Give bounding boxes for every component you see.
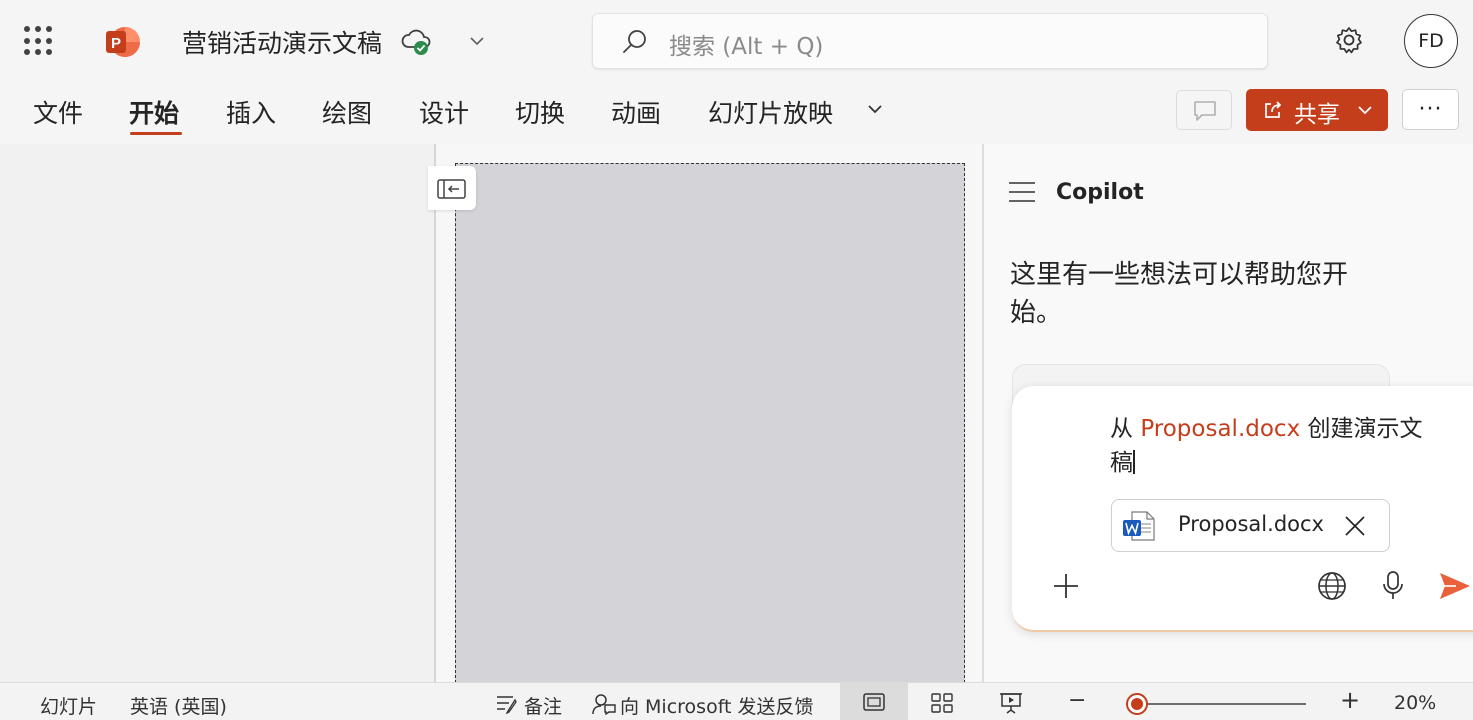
- share-label: 共享: [1294, 102, 1340, 128]
- cloud-saved-icon[interactable]: [400, 27, 432, 57]
- prompt-prefix: 从: [1110, 416, 1141, 442]
- search-icon: [623, 30, 646, 53]
- feedback-icon[interactable]: [592, 693, 616, 715]
- collapse-pane-button[interactable]: [428, 166, 476, 210]
- share-button[interactable]: 共享: [1246, 89, 1388, 131]
- collapse-left-icon: [437, 179, 466, 199]
- app-launcher-icon[interactable]: [24, 26, 54, 56]
- send-icon[interactable]: [1438, 570, 1472, 602]
- attachment-name: Proposal.docx: [1178, 512, 1324, 536]
- share-icon: [1265, 101, 1282, 118]
- microphone-icon[interactable]: [1380, 570, 1406, 602]
- chevron-down-icon: [1358, 106, 1372, 115]
- zoom-out-button[interactable]: −: [1068, 688, 1086, 713]
- slideshow-icon[interactable]: [999, 692, 1023, 714]
- language-indicator[interactable]: 英语 (英国): [130, 692, 227, 719]
- tab-draw[interactable]: 绘图: [322, 94, 372, 130]
- avatar[interactable]: FD: [1404, 14, 1458, 68]
- attachment-chip[interactable]: Proposal.docx: [1111, 499, 1390, 552]
- more-options-button[interactable]: ···: [1402, 89, 1459, 130]
- slide-thumbnails-pane[interactable]: [0, 144, 434, 682]
- tab-insert[interactable]: 插入: [226, 94, 276, 130]
- title-bar: P 营销活动演示文稿 搜索 (Alt + Q) FD: [0, 0, 1473, 82]
- normal-view-button[interactable]: [840, 683, 908, 720]
- copilot-title: Copilot: [1056, 180, 1144, 205]
- tab-file[interactable]: 文件: [33, 94, 83, 130]
- zoom-level[interactable]: 20%: [1394, 692, 1436, 714]
- word-document-icon: [1123, 511, 1155, 541]
- copilot-heading: 这里有一些想法可以帮助您开始。: [1010, 260, 1349, 328]
- copilot-composer[interactable]: 从 Proposal.docx 创建演示文稿 Proposal.docx: [1012, 386, 1473, 632]
- gear-icon[interactable]: [1334, 25, 1364, 55]
- slide-indicator[interactable]: 幻灯片: [40, 692, 97, 719]
- status-bar: 幻灯片 英语 (英国) 备注 向 Microsoft 发送反馈 − + 20%: [0, 682, 1473, 720]
- chevron-down-icon[interactable]: [864, 98, 886, 120]
- tab-design[interactable]: 设计: [419, 94, 469, 130]
- tab-transitions[interactable]: 切换: [515, 94, 565, 130]
- prompt-input[interactable]: 从 Proposal.docx 创建演示文稿: [1110, 412, 1440, 480]
- tab-slideshow[interactable]: 幻灯片放映: [708, 94, 833, 130]
- notes-button[interactable]: 备注: [524, 692, 562, 719]
- search-input[interactable]: 搜索 (Alt + Q): [592, 13, 1268, 69]
- globe-icon[interactable]: [1316, 570, 1348, 602]
- slide-sorter-icon[interactable]: [931, 693, 953, 713]
- zoom-slider[interactable]: [1130, 703, 1306, 705]
- text-caret: [1133, 450, 1135, 474]
- add-icon[interactable]: [1052, 572, 1080, 600]
- slide-canvas[interactable]: [455, 163, 965, 683]
- svg-text:P: P: [111, 35, 121, 52]
- prompt-file-reference[interactable]: Proposal.docx: [1140, 416, 1300, 442]
- tab-home[interactable]: 开始: [129, 94, 179, 130]
- comments-button[interactable]: [1176, 90, 1232, 130]
- zoom-in-button[interactable]: +: [1340, 686, 1360, 714]
- notes-icon[interactable]: [496, 694, 518, 714]
- active-tab-indicator: [130, 132, 182, 135]
- search-placeholder: 搜索 (Alt + Q): [669, 34, 824, 60]
- chevron-down-icon[interactable]: [466, 30, 488, 52]
- powerpoint-logo-icon: P: [106, 27, 140, 57]
- document-title[interactable]: 营销活动演示文稿: [182, 24, 382, 60]
- tab-animations[interactable]: 动画: [611, 94, 661, 130]
- feedback-button[interactable]: 向 Microsoft 发送反馈: [620, 692, 814, 719]
- hamburger-menu-icon[interactable]: [1008, 181, 1036, 203]
- normal-view-icon: [863, 693, 885, 711]
- zoom-slider-thumb[interactable]: [1126, 693, 1149, 715]
- close-icon[interactable]: [1344, 515, 1366, 537]
- comment-icon: [1194, 101, 1216, 121]
